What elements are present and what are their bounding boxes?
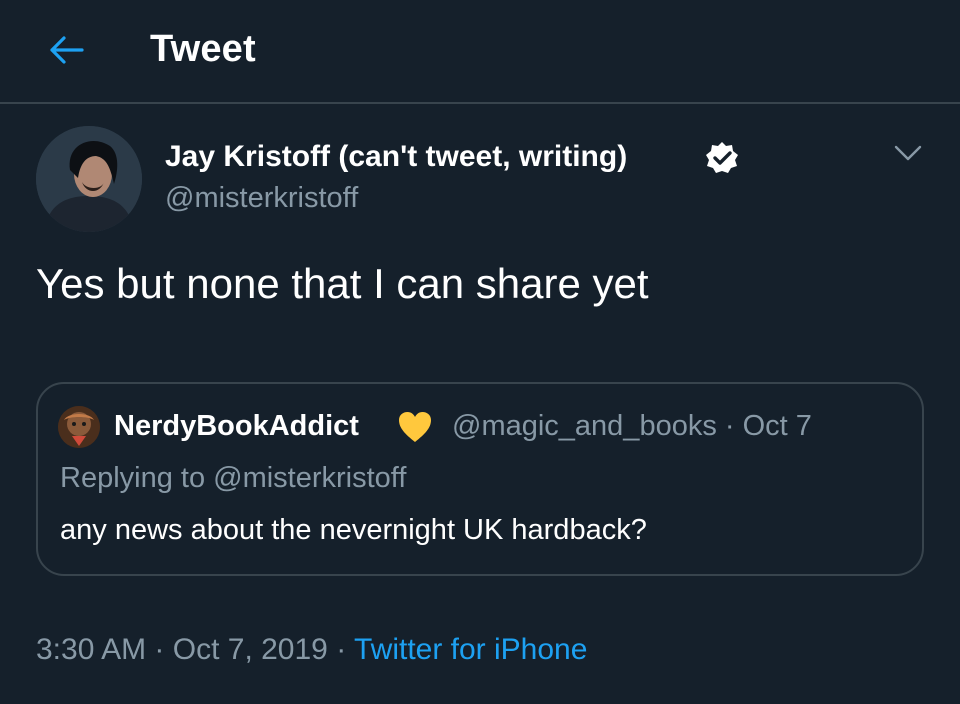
meta-separator: · [146, 633, 173, 666]
quoted-author-avatar [58, 406, 100, 448]
tweet-timestamp: 3:30 AM · Oct 7, 2019 · Twitter for iPho… [36, 630, 587, 670]
verified-badge-icon [704, 140, 740, 176]
quoted-author-name: NerdyBookAddict [114, 410, 359, 442]
tweet-menu-button[interactable] [890, 138, 926, 168]
page-title: Tweet [150, 28, 256, 70]
quoted-tweet[interactable]: NerdyBookAddict @magic_and_books · Oct 7… [36, 382, 924, 576]
arrow-left-icon [50, 36, 84, 64]
back-button[interactable] [44, 28, 88, 72]
author-avatar[interactable] [36, 126, 142, 232]
quoted-handle-date: @magic_and_books · Oct 7 [452, 410, 812, 442]
chevron-down-icon [894, 145, 922, 161]
tweet-date[interactable]: Oct 7, 2019 [173, 633, 328, 666]
tweet-client-link[interactable]: Twitter for iPhone [354, 633, 587, 666]
quoted-tweet-text: any news about the nevernight UK hardbac… [60, 514, 647, 546]
tweet-text: Yes but none that I can share yet [36, 260, 649, 307]
tweet-time: 3:30 AM [36, 633, 147, 666]
yellow-heart-icon [397, 410, 433, 444]
tweet-detail: Jay Kristoff (can't tweet, writing) @mis… [0, 104, 960, 704]
quoted-replying-to: Replying to @misterkristoff [60, 462, 407, 494]
author-handle[interactable]: @misterkristoff [165, 180, 358, 216]
top-bar: Tweet [0, 0, 960, 104]
meta-separator: · [327, 633, 354, 666]
author-display-name[interactable]: Jay Kristoff (can't tweet, writing) [165, 138, 627, 176]
